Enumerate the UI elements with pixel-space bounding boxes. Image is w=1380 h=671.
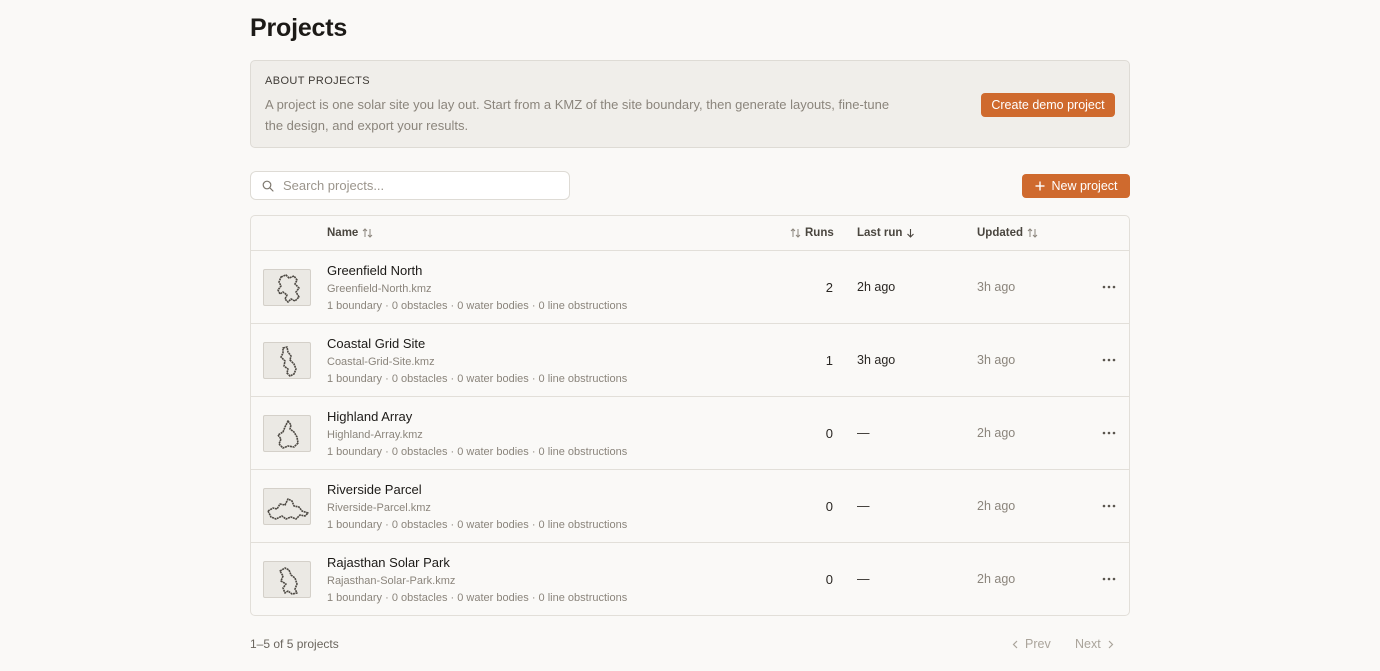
about-projects-panel: ABOUT PROJECTS A project is one solar si…	[250, 60, 1130, 148]
next-label: Next	[1075, 637, 1101, 651]
last-run: —	[857, 426, 870, 440]
table-row[interactable]: Greenfield North Greenfield-North.kmz 1 …	[251, 251, 1129, 324]
column-header-runs[interactable]: Runs	[790, 227, 834, 239]
prev-page-button[interactable]: Prev	[1012, 637, 1051, 651]
boundary-thumbnail	[263, 415, 311, 452]
project-meta: 1 boundary · 0 obstacles · 0 water bodie…	[327, 300, 628, 312]
more-options-icon[interactable]	[1102, 573, 1116, 585]
search-input[interactable]	[283, 172, 563, 199]
prev-label: Prev	[1025, 637, 1051, 651]
table-header: Name Runs Last run Updated	[251, 216, 1129, 251]
pagination-count: 1–5 of 5 projects	[250, 637, 339, 651]
boundary-thumbnail	[263, 269, 311, 306]
project-file: Coastal-Grid-Site.kmz	[327, 356, 435, 368]
column-header-updated[interactable]: Updated	[977, 227, 1038, 239]
about-description: A project is one solar site you lay out.…	[265, 97, 890, 133]
project-meta: 1 boundary · 0 obstacles · 0 water bodie…	[327, 519, 628, 531]
more-options-icon[interactable]	[1102, 500, 1116, 512]
chevron-left-icon	[1012, 640, 1018, 648]
runs-count: 0	[825, 572, 833, 587]
project-name[interactable]: Rajasthan Solar Park	[327, 555, 450, 570]
boundary-thumbnail	[263, 561, 311, 598]
runs-count: 0	[825, 426, 833, 441]
sort-icon	[1027, 228, 1038, 238]
updated-time: 2h ago	[977, 426, 1016, 440]
runs-count: 2	[825, 280, 833, 295]
column-updated-label: Updated	[977, 227, 1023, 239]
project-file: Greenfield-North.kmz	[327, 283, 432, 295]
project-name[interactable]: Highland Array	[327, 409, 412, 424]
project-file: Rajasthan-Solar-Park.kmz	[327, 575, 456, 587]
boundary-thumbnail	[263, 342, 311, 379]
project-file: Riverside-Parcel.kmz	[327, 502, 431, 514]
table-row[interactable]: Coastal Grid Site Coastal-Grid-Site.kmz …	[251, 324, 1129, 397]
column-runs-label: Runs	[805, 227, 834, 239]
last-run: 3h ago	[857, 353, 896, 367]
page-title: Projects	[250, 14, 348, 42]
last-run: —	[857, 572, 870, 586]
project-name[interactable]: Greenfield North	[327, 263, 422, 278]
project-meta: 1 boundary · 0 obstacles · 0 water bodie…	[327, 592, 628, 604]
table-row[interactable]: Rajasthan Solar Park Rajasthan-Solar-Par…	[251, 543, 1129, 616]
updated-time: 2h ago	[977, 499, 1016, 513]
search-icon	[262, 180, 274, 192]
column-name-label: Name	[327, 227, 359, 239]
project-meta: 1 boundary · 0 obstacles · 0 water bodie…	[327, 373, 628, 385]
sort-descending-icon	[907, 229, 915, 238]
sort-icon	[362, 228, 373, 238]
updated-time: 3h ago	[977, 280, 1016, 294]
runs-count: 0	[825, 499, 833, 514]
table-row[interactable]: Highland Array Highland-Array.kmz 1 boun…	[251, 397, 1129, 470]
more-options-icon[interactable]	[1102, 427, 1116, 439]
about-heading: ABOUT PROJECTS	[265, 75, 371, 87]
create-demo-project-button[interactable]: Create demo project	[981, 93, 1115, 117]
project-file: Highland-Array.kmz	[327, 429, 423, 441]
new-project-button[interactable]: New project	[1022, 174, 1130, 198]
search-box[interactable]	[250, 171, 570, 200]
project-name[interactable]: Riverside Parcel	[327, 482, 422, 497]
new-project-label: New project	[1051, 179, 1118, 193]
boundary-thumbnail	[263, 488, 311, 525]
project-meta: 1 boundary · 0 obstacles · 0 water bodie…	[327, 446, 628, 458]
sort-icon	[790, 228, 801, 238]
more-options-icon[interactable]	[1102, 281, 1116, 293]
chevron-right-icon	[1108, 640, 1114, 648]
next-page-button[interactable]: Next	[1075, 637, 1114, 651]
project-name[interactable]: Coastal Grid Site	[327, 336, 425, 351]
more-options-icon[interactable]	[1102, 354, 1116, 366]
updated-time: 2h ago	[977, 572, 1016, 586]
updated-time: 3h ago	[977, 353, 1016, 367]
projects-table: Name Runs Last run Updated Greenfield No…	[250, 215, 1130, 616]
last-run: 2h ago	[857, 280, 896, 294]
runs-count: 1	[825, 353, 833, 368]
column-last-run-label: Last run	[857, 227, 903, 239]
table-row[interactable]: Riverside Parcel Riverside-Parcel.kmz 1 …	[251, 470, 1129, 543]
last-run: —	[857, 499, 870, 513]
column-header-last-run[interactable]: Last run	[857, 227, 915, 239]
plus-icon	[1035, 181, 1044, 191]
column-header-name[interactable]: Name	[327, 227, 373, 239]
